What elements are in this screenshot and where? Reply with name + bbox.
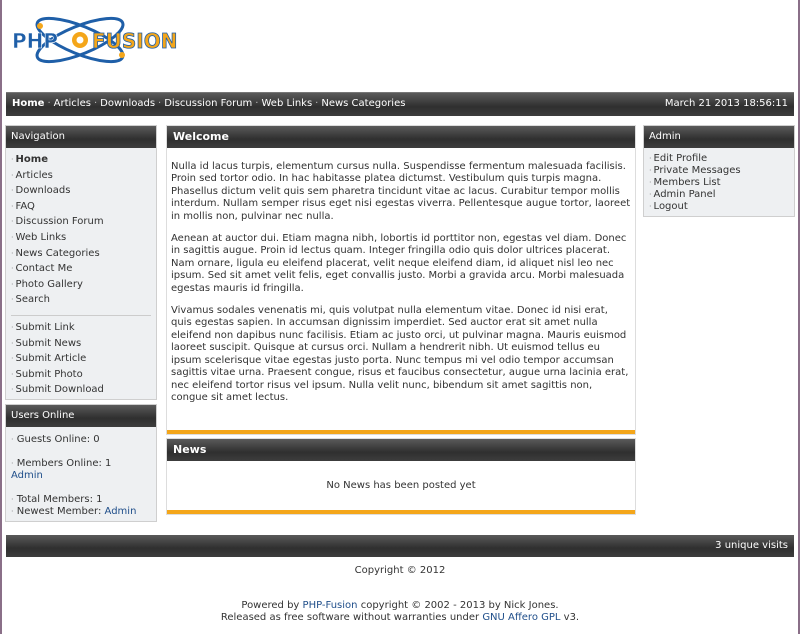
admin-panel: Admin · Edit Profile · Private Messages · M… <box>643 125 795 217</box>
welcome-panel: Welcome Nulla id lacus turpis, elementum… <box>166 125 636 435</box>
admin-panel-title: Admin <box>644 126 794 148</box>
users-online-panel: Users Online · Guests Online: 0 · Member… <box>5 404 157 522</box>
footer-bar: 3 unique visits <box>6 535 794 557</box>
nav-item-submit-photo[interactable]: · Submit Photo <box>11 369 151 385</box>
top-navigation-bar: Home · Articles · Downloads · Discussion Forum… <box>6 92 794 116</box>
gnu-agpl-link[interactable]: GNU Affero GPL <box>482 612 560 623</box>
top-link-web-links[interactable]: Web Links <box>261 98 312 109</box>
news-title: News <box>167 439 635 461</box>
welcome-bottom-accent <box>167 430 635 434</box>
admin-item-members-list[interactable]: · Members List <box>649 177 789 189</box>
news-bottom-accent <box>167 510 635 514</box>
bullet-separator-icon: · <box>158 98 162 109</box>
total-members-count: · Total Members: 1 <box>11 494 103 505</box>
newest-member-link[interactable]: Admin <box>105 506 137 517</box>
atom-logo-icon: PHP FUSION <box>12 16 178 64</box>
navigation-panel: Navigation · Home · Articles · Downloads · F… <box>5 125 157 400</box>
unique-visits-counter: 3 unique visits <box>715 540 788 551</box>
nav-item-discussion-forum[interactable]: · Discussion Forum <box>11 216 151 232</box>
news-empty-message: No News has been posted yet <box>326 480 476 491</box>
nav-item-downloads[interactable]: · Downloads <box>11 185 151 201</box>
users-online-title: Users Online <box>6 405 156 427</box>
php-fusion-link[interactable]: PHP-Fusion <box>303 600 358 611</box>
admin-item-logout[interactable]: · Logout <box>649 201 789 213</box>
online-member-link[interactable]: Admin <box>11 470 43 481</box>
bullet-separator-icon: · <box>93 98 98 109</box>
welcome-paragraph: Nulla id lacus turpis, elementum cursus … <box>171 161 631 222</box>
newest-member: · Newest Member: Admin <box>11 506 137 517</box>
admin-item-admin-panel[interactable]: · Admin Panel <box>649 189 789 201</box>
nav-item-faq[interactable]: · FAQ <box>11 201 151 217</box>
top-links: Home · Articles · Downloads · Discussion Forum… <box>12 98 405 109</box>
welcome-title: Welcome <box>167 126 635 148</box>
nav-item-home[interactable]: · Home <box>11 154 151 170</box>
navigation-panel-title: Navigation <box>6 126 156 148</box>
guests-online-count: · Guests Online: 0 <box>11 434 100 445</box>
nav-item-articles[interactable]: · Articles <box>11 170 151 186</box>
nav-item-submit-download[interactable]: · Submit Download <box>11 384 151 400</box>
welcome-paragraph: Aenean at auctor dui. Etiam magna nibh, … <box>171 233 627 294</box>
logo-text-fusion: FUSION <box>92 29 178 53</box>
nav-item-search[interactable]: · Search <box>11 294 151 310</box>
welcome-paragraph: Vivamus sodales venenatis mi, quis volut… <box>171 305 629 403</box>
top-link-articles[interactable]: Articles <box>54 98 91 109</box>
logo-text-php: PHP <box>12 29 58 53</box>
current-datetime: March 21 2013 18:56:11 <box>664 98 788 109</box>
bullet-separator-icon: · <box>315 98 319 109</box>
admin-item-private-messages[interactable]: · Private Messages <box>649 165 789 177</box>
copyright-text: Copyright © 2012 <box>354 565 446 576</box>
nav-item-news-categories[interactable]: · News Categories <box>11 248 151 264</box>
top-link-home[interactable]: Home <box>12 98 44 109</box>
site-logo[interactable]: PHP FUSION <box>10 8 200 70</box>
nav-item-submit-news[interactable]: · Submit News <box>11 338 151 354</box>
powered-by-text: Powered by PHP-Fusion copyright © 2002 -… <box>220 600 580 623</box>
page-frame-left <box>0 0 2 634</box>
nav-divider <box>11 314 151 316</box>
news-panel: News No News has been posted yet <box>166 438 636 515</box>
top-link-downloads[interactable]: Downloads <box>100 98 155 109</box>
top-link-discussion-forum[interactable]: Discussion Forum <box>164 98 252 109</box>
nav-item-photo-gallery[interactable]: · Photo Gallery <box>11 279 151 295</box>
bullet-separator-icon: · <box>47 98 51 109</box>
nav-item-web-links[interactable]: · Web Links <box>11 232 151 248</box>
admin-item-edit-profile[interactable]: · Edit Profile <box>649 153 789 165</box>
members-online-count: · Members Online: 1 <box>11 458 112 469</box>
nav-item-contact-me[interactable]: · Contact Me <box>11 263 151 279</box>
nav-item-submit-link[interactable]: · Submit Link <box>11 322 151 338</box>
nav-item-submit-article[interactable]: · Submit Article <box>11 353 151 369</box>
top-link-news-categories[interactable]: News Categories <box>321 98 405 109</box>
